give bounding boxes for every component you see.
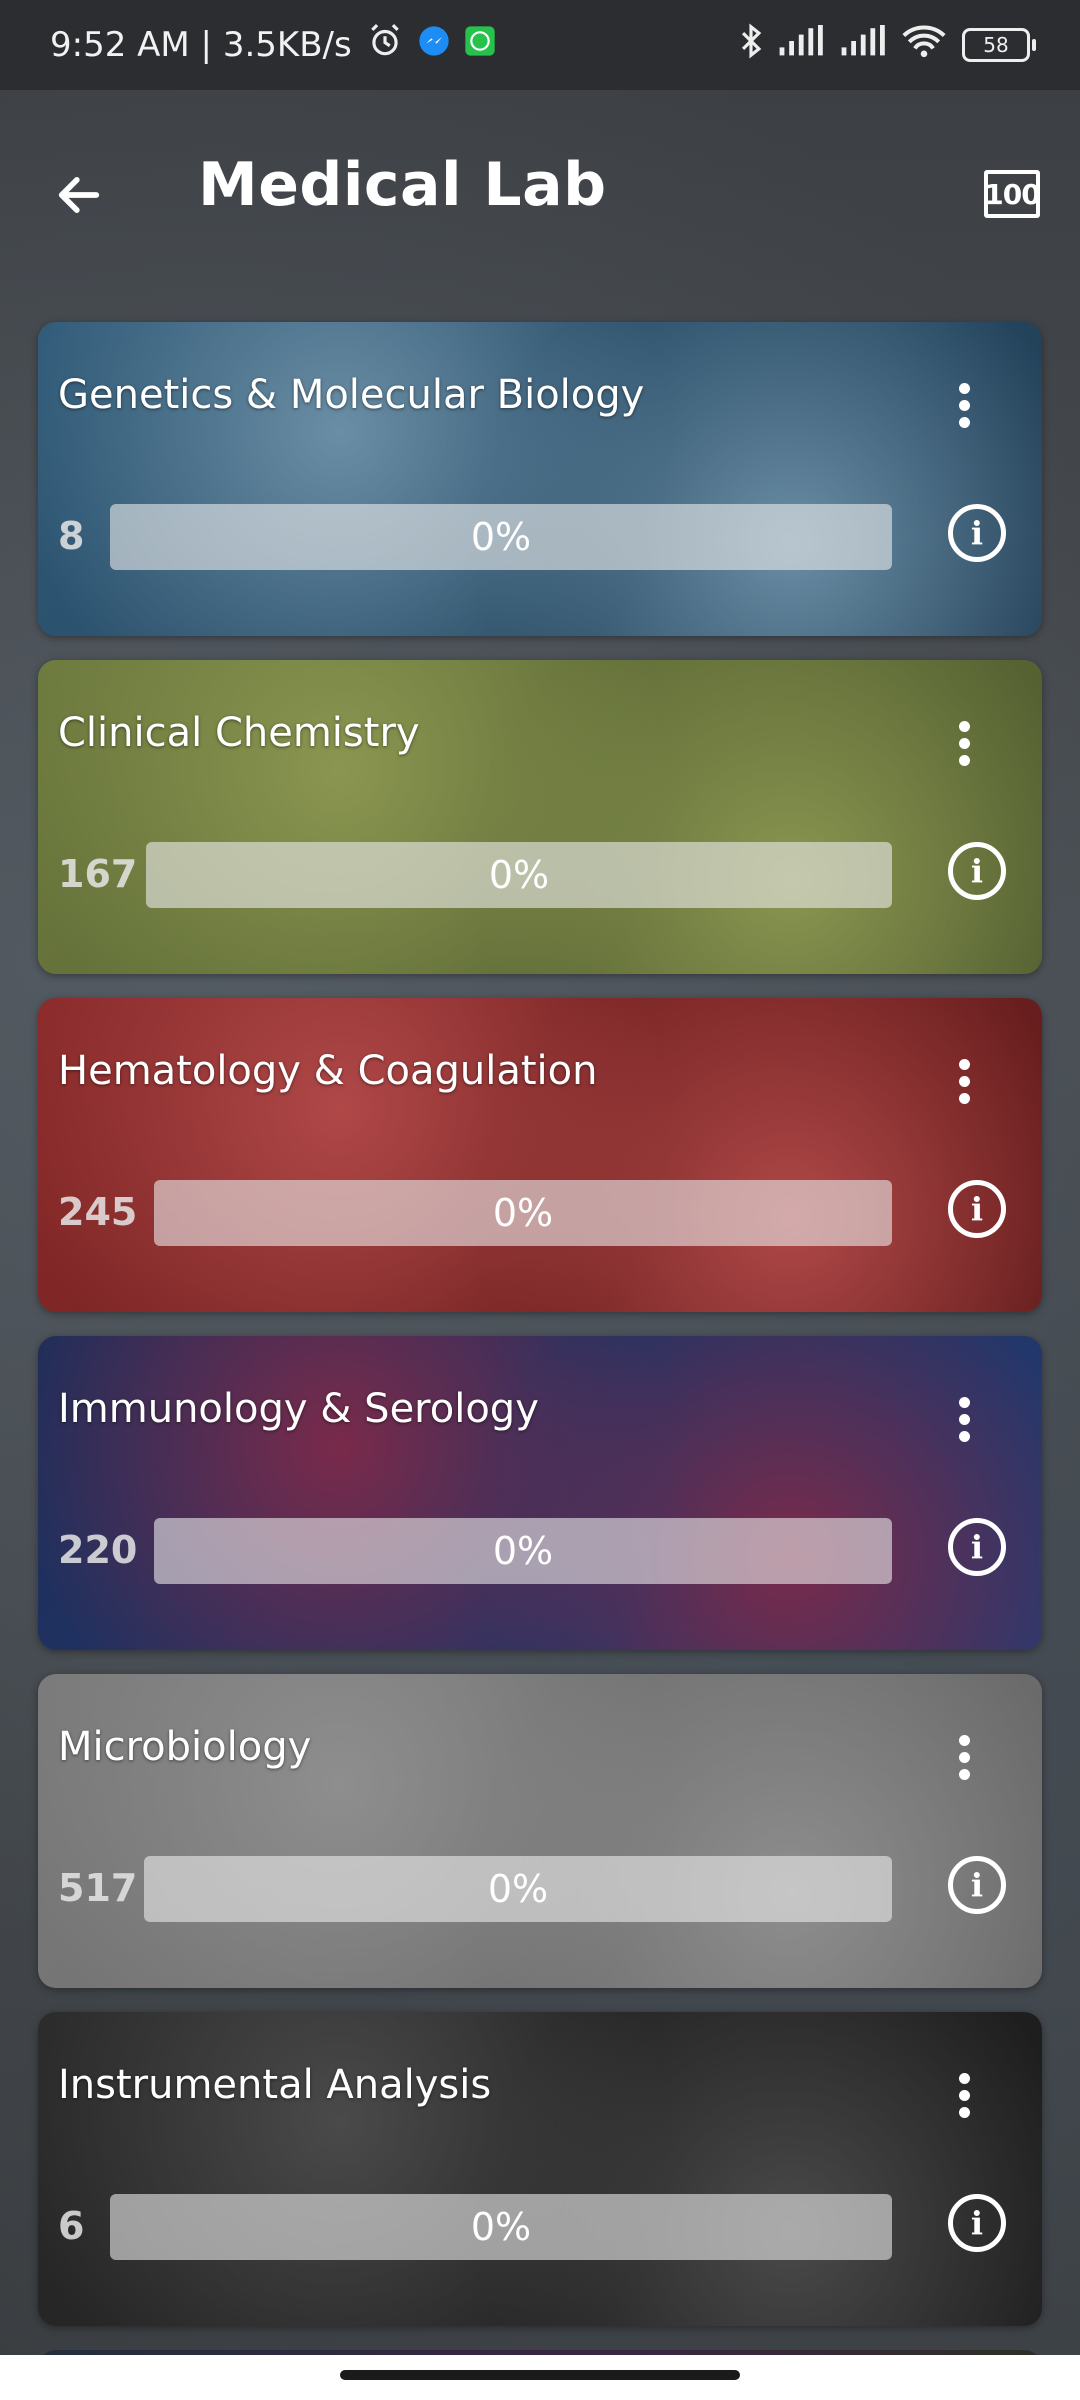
- messenger-icon: [418, 25, 450, 66]
- progress-bar: 0%: [110, 504, 892, 570]
- question-count: 8: [58, 514, 85, 558]
- progress-label: 0%: [470, 2205, 532, 2249]
- page-title: Medical Lab: [198, 150, 607, 220]
- battery-icon: 58: [962, 28, 1036, 62]
- progress-label: 0%: [488, 853, 550, 897]
- more-vert-icon[interactable]: [946, 2062, 982, 2128]
- signal-icon: [778, 24, 826, 66]
- info-icon[interactable]: i: [948, 2194, 1006, 2252]
- card-background-image: [38, 1336, 1042, 1650]
- progress-label: 0%: [470, 515, 532, 559]
- score-100-button[interactable]: 100: [984, 170, 1041, 218]
- bluetooth-icon: [738, 22, 764, 69]
- battery-level: 58: [983, 33, 1009, 57]
- question-count: 245: [58, 1190, 138, 1234]
- info-icon[interactable]: i: [948, 1518, 1006, 1576]
- progress-bar: 0%: [154, 1180, 892, 1246]
- category-card[interactable]: Clinical Chemistry 167 0% i: [38, 660, 1042, 974]
- question-count: 167: [58, 852, 138, 896]
- card-title: Immunology & Serology: [58, 1386, 539, 1432]
- card-title: Instrumental Analysis: [58, 2062, 492, 2108]
- progress-label: 0%: [487, 1867, 549, 1911]
- info-icon[interactable]: i: [948, 1180, 1006, 1238]
- question-count: 220: [58, 1528, 138, 1572]
- question-count: 6: [58, 2204, 85, 2248]
- card-title: Microbiology: [58, 1724, 312, 1770]
- alarm-icon: [366, 22, 404, 69]
- card-background-image: [38, 660, 1042, 974]
- card-background-image: [38, 998, 1042, 1312]
- more-vert-icon[interactable]: [946, 710, 982, 776]
- category-card[interactable]: Genetics & Molecular Biology 8 0% i: [38, 322, 1042, 636]
- card-title: Clinical Chemistry: [58, 710, 420, 756]
- status-left: 9:52 AM | 3.5KB/s: [50, 0, 496, 90]
- category-card[interactable]: Instrumental Analysis 6 0% i: [38, 2012, 1042, 2326]
- status-right: 58: [724, 0, 1036, 90]
- card-background-image: [38, 2012, 1042, 2326]
- arrow-left-icon: [58, 177, 100, 213]
- status-bar: 9:52 AM | 3.5KB/s 58: [0, 0, 1080, 90]
- info-icon[interactable]: i: [948, 842, 1006, 900]
- progress-bar: 0%: [154, 1518, 892, 1584]
- question-count: 517: [58, 1866, 138, 1910]
- category-list: Genetics & Molecular Biology 8 0% i Clin…: [38, 322, 1042, 2350]
- card-title: Hematology & Coagulation: [58, 1048, 598, 1094]
- progress-bar: 0%: [110, 2194, 892, 2260]
- progress-label: 0%: [492, 1529, 554, 1573]
- status-time-speed: 9:52 AM | 3.5KB/s: [50, 25, 352, 65]
- screen: 9:52 AM | 3.5KB/s 58 Medical Lab 100 Gen…: [0, 0, 1080, 2400]
- more-vert-icon[interactable]: [946, 372, 982, 438]
- signal-icon-2: [840, 24, 888, 66]
- home-indicator[interactable]: [340, 2370, 740, 2380]
- info-icon[interactable]: i: [948, 1856, 1006, 1914]
- category-card[interactable]: Hematology & Coagulation 245 0% i: [38, 998, 1042, 1312]
- whatsapp-icon: [464, 25, 496, 66]
- category-card[interactable]: Immunology & Serology 220 0% i: [38, 1336, 1042, 1650]
- progress-label: 0%: [492, 1191, 554, 1235]
- more-vert-icon[interactable]: [946, 1724, 982, 1790]
- score-100-icon: 100: [984, 177, 1040, 211]
- app-header: Medical Lab 100: [0, 90, 1080, 310]
- card-title: Genetics & Molecular Biology: [58, 372, 645, 418]
- wifi-icon: [902, 24, 946, 67]
- more-vert-icon[interactable]: [946, 1386, 982, 1452]
- card-background-image: [38, 322, 1042, 636]
- category-card[interactable]: Microbiology 517 0% i: [38, 1674, 1042, 1988]
- card-background-image: [38, 1674, 1042, 1988]
- progress-bar: 0%: [144, 1856, 892, 1922]
- progress-bar: 0%: [146, 842, 892, 908]
- info-icon[interactable]: i: [948, 504, 1006, 562]
- back-button[interactable]: [44, 160, 114, 230]
- more-vert-icon[interactable]: [946, 1048, 982, 1114]
